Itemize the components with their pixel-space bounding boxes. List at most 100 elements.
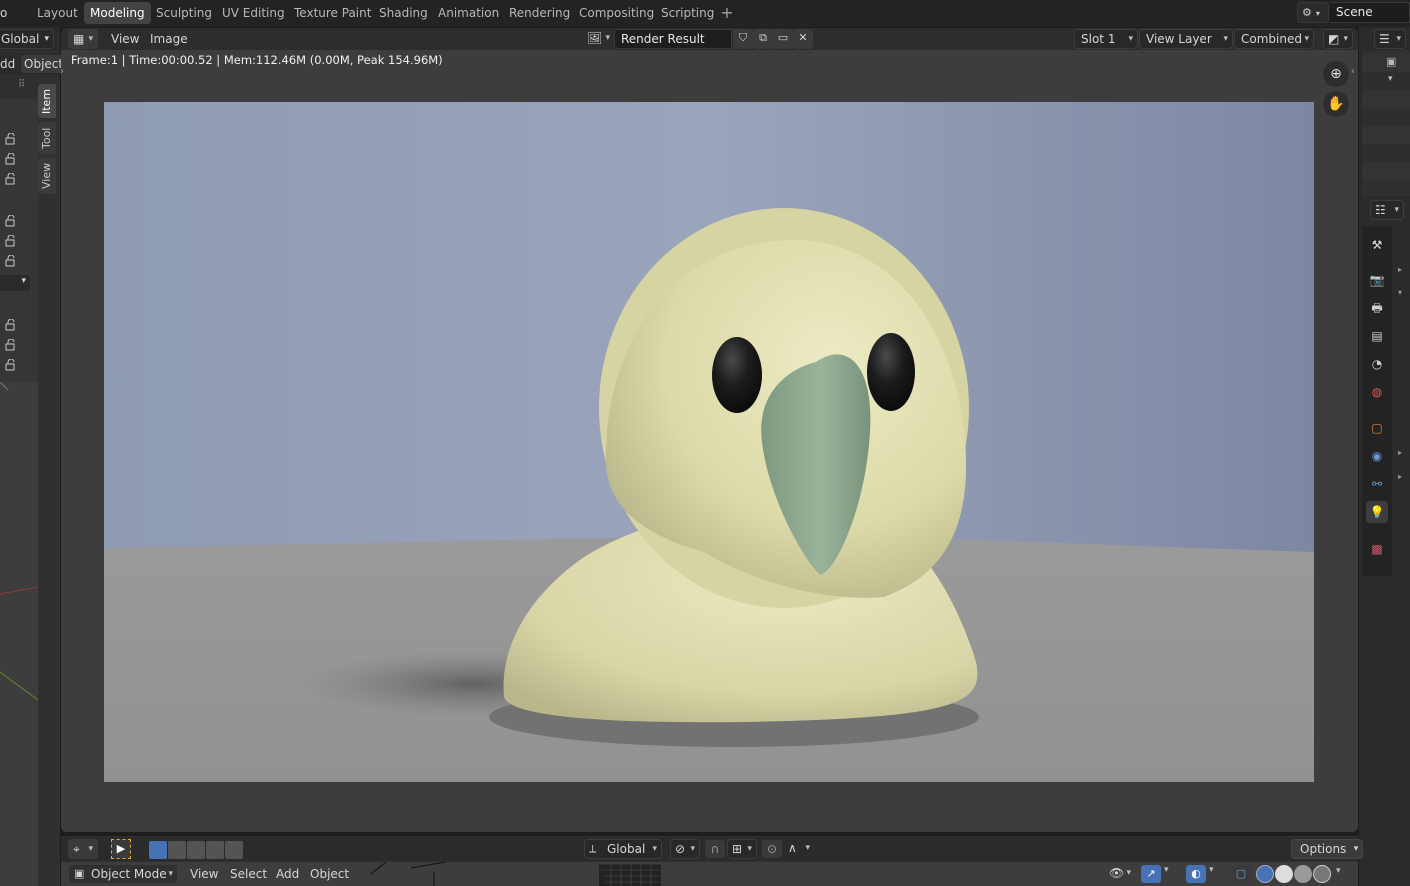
lock-icon[interactable] <box>5 132 19 145</box>
scene-name-field[interactable]: Scene <box>1330 2 1410 23</box>
modifier-tab-icon[interactable]: ◉ <box>1366 445 1388 467</box>
select-tool-icon[interactable]: ▶ <box>111 839 131 859</box>
transform-orientation-dropdown[interactable]: ⟂ Global ▾ <box>584 839 662 859</box>
world-tab-icon[interactable]: ◍ <box>1366 381 1388 403</box>
scene-selector-button[interactable]: ⚙ ▾ <box>1297 2 1329 23</box>
display-channels-dropdown[interactable]: ◩ ▾ <box>1323 29 1353 49</box>
outliner-row[interactable] <box>1362 126 1410 144</box>
tool-settings-dropdown[interactable]: ⌖ ▾ <box>68 839 98 859</box>
xray-icon[interactable]: ▢ <box>1231 865 1251 883</box>
viewport-grid-area[interactable] <box>0 381 39 886</box>
outliner-row[interactable]: ▾ <box>1362 72 1410 90</box>
view-layer-tab-icon[interactable]: ▤ <box>1366 325 1388 347</box>
outliner-type-dropdown[interactable]: ☰ ▾ <box>1374 29 1406 49</box>
view-menu[interactable]: View <box>190 864 218 884</box>
solid-shading-icon[interactable] <box>1275 865 1293 883</box>
chevron-down-icon[interactable]: ▾ <box>1336 866 1341 876</box>
tab-sculpting[interactable]: Sculpting <box>150 2 218 24</box>
select-subtract-icon[interactable] <box>187 841 205 859</box>
sidebar-tab-view[interactable]: View <box>38 158 56 194</box>
select-extend-icon[interactable] <box>168 841 186 859</box>
top-left-fragment[interactable]: o <box>0 2 13 24</box>
slot-dropdown[interactable]: Slot 1 ▾ <box>1074 29 1138 49</box>
tab-uv-editing[interactable]: UV Editing <box>216 2 291 24</box>
transform-orientation-dropdown[interactable]: Global ▾ <box>0 29 54 49</box>
lock-icon[interactable] <box>5 318 19 331</box>
select-intersect-icon[interactable] <box>225 841 243 859</box>
tab-texture-paint[interactable]: Texture Paint <box>288 2 377 24</box>
falloff-dropdown[interactable]: ∧ ▾ <box>784 839 814 859</box>
tool-tab-icon[interactable]: ⚒ <box>1366 234 1388 256</box>
chevron-right-icon[interactable]: ▸ <box>1398 448 1402 457</box>
lock-icon[interactable] <box>5 234 19 247</box>
scene-tab-icon[interactable]: ◔ <box>1366 353 1388 375</box>
chevron-right-icon[interactable]: ▸ <box>1398 472 1402 481</box>
new-image-icon[interactable]: ⧉ <box>753 29 773 49</box>
properties-type-dropdown[interactable]: ☷ ▾ <box>1370 200 1404 220</box>
tab-compositing[interactable]: Compositing <box>573 2 660 24</box>
texture-tab-icon[interactable]: ▩ <box>1366 538 1388 560</box>
chevron-down-icon[interactable]: ▾ <box>1164 865 1169 875</box>
tab-shading[interactable]: Shading <box>373 2 434 24</box>
sidebar-tab-item[interactable]: Item <box>38 84 56 118</box>
outliner-row[interactable] <box>1362 162 1410 180</box>
snap-magnet-icon[interactable]: ∩ <box>705 840 725 858</box>
pivot-point-dropdown[interactable]: ⊘ ▾ <box>670 839 700 859</box>
pass-dropdown[interactable]: Combined ▾ <box>1234 29 1314 49</box>
tab-modeling[interactable]: Modeling <box>84 2 151 24</box>
material-shading-icon[interactable] <box>1294 865 1312 883</box>
select-menu[interactable]: Select <box>230 864 267 884</box>
chevron-down-icon[interactable]: ▾ <box>1209 865 1214 875</box>
chevron-right-icon[interactable]: › <box>60 66 64 77</box>
add-menu[interactable]: Add <box>276 864 299 884</box>
add-menu-fragment[interactable]: dd <box>0 55 18 73</box>
editor-type-dropdown[interactable]: ▦ ▾ <box>68 29 98 49</box>
lock-icon[interactable] <box>5 214 19 227</box>
outliner-row[interactable] <box>1362 144 1410 162</box>
lock-icon[interactable] <box>5 172 19 185</box>
render-tab-icon[interactable]: 📷 <box>1366 269 1388 291</box>
object-tab-icon[interactable]: ▢ <box>1366 417 1388 439</box>
fake-user-shield-icon[interactable]: ⛉ <box>733 29 753 49</box>
chevron-right-icon[interactable]: ▸ <box>1398 265 1402 274</box>
close-icon[interactable]: ✕ <box>793 29 813 49</box>
view-menu[interactable]: View <box>111 29 139 49</box>
select-new-icon[interactable] <box>149 841 167 859</box>
lock-icon[interactable] <box>5 338 19 351</box>
browse-image-dropdown[interactable]: 🖼 ▾ <box>584 29 614 49</box>
rotation-mode-dropdown[interactable]: ▾ <box>0 275 30 291</box>
visibility-dropdown[interactable]: 👁 ▾ <box>1105 864 1135 884</box>
chevron-down-icon[interactable]: ▾ <box>1398 288 1402 297</box>
rendered-shading-icon[interactable] <box>1313 865 1331 883</box>
image-menu[interactable]: Image <box>150 29 188 49</box>
object-menu[interactable]: Object <box>310 864 349 884</box>
outliner-row[interactable] <box>1362 108 1410 126</box>
outliner-row[interactable] <box>1362 90 1410 108</box>
drag-handle-icon[interactable]: ⠿ <box>18 79 25 90</box>
open-folder-icon[interactable]: ▭ <box>773 29 793 49</box>
select-invert-icon[interactable] <box>206 841 224 859</box>
outliner-row[interactable]: ▣ <box>1362 54 1410 72</box>
tab-rendering[interactable]: Rendering <box>503 2 576 24</box>
tab-scripting[interactable]: Scripting <box>655 2 720 24</box>
proportional-edit-icon[interactable]: ⊙ <box>762 840 782 858</box>
lock-icon[interactable] <box>5 358 19 371</box>
view-layer-dropdown[interactable]: View Layer ▾ <box>1139 29 1233 49</box>
light-data-tab-icon[interactable]: 💡 <box>1366 501 1388 523</box>
zoom-icon[interactable]: ⊕ <box>1323 61 1349 87</box>
options-dropdown[interactable]: Options ▾ <box>1291 839 1364 859</box>
expand-arrow-icon[interactable]: ▾ <box>1388 74 1393 84</box>
mode-dropdown[interactable]: ▣ Object Mode ▾ <box>68 864 178 884</box>
lock-icon[interactable] <box>5 152 19 165</box>
constraint-tab-icon[interactable]: ⚯ <box>1366 473 1388 495</box>
lock-icon[interactable] <box>5 254 19 267</box>
tab-animation[interactable]: Animation <box>432 2 505 24</box>
overlays-icon[interactable]: ◐ <box>1186 865 1206 883</box>
output-tab-icon[interactable]: 🖶 <box>1366 297 1388 319</box>
add-workspace-icon[interactable]: + <box>718 4 736 22</box>
snap-target-dropdown[interactable]: ⊞ ▾ <box>727 839 757 859</box>
wireframe-shading-icon[interactable] <box>1256 865 1274 883</box>
image-name-field[interactable]: Render Result <box>614 29 732 49</box>
tab-layout[interactable]: Layout <box>31 2 84 24</box>
chevron-left-icon[interactable]: ‹ <box>1351 66 1355 77</box>
